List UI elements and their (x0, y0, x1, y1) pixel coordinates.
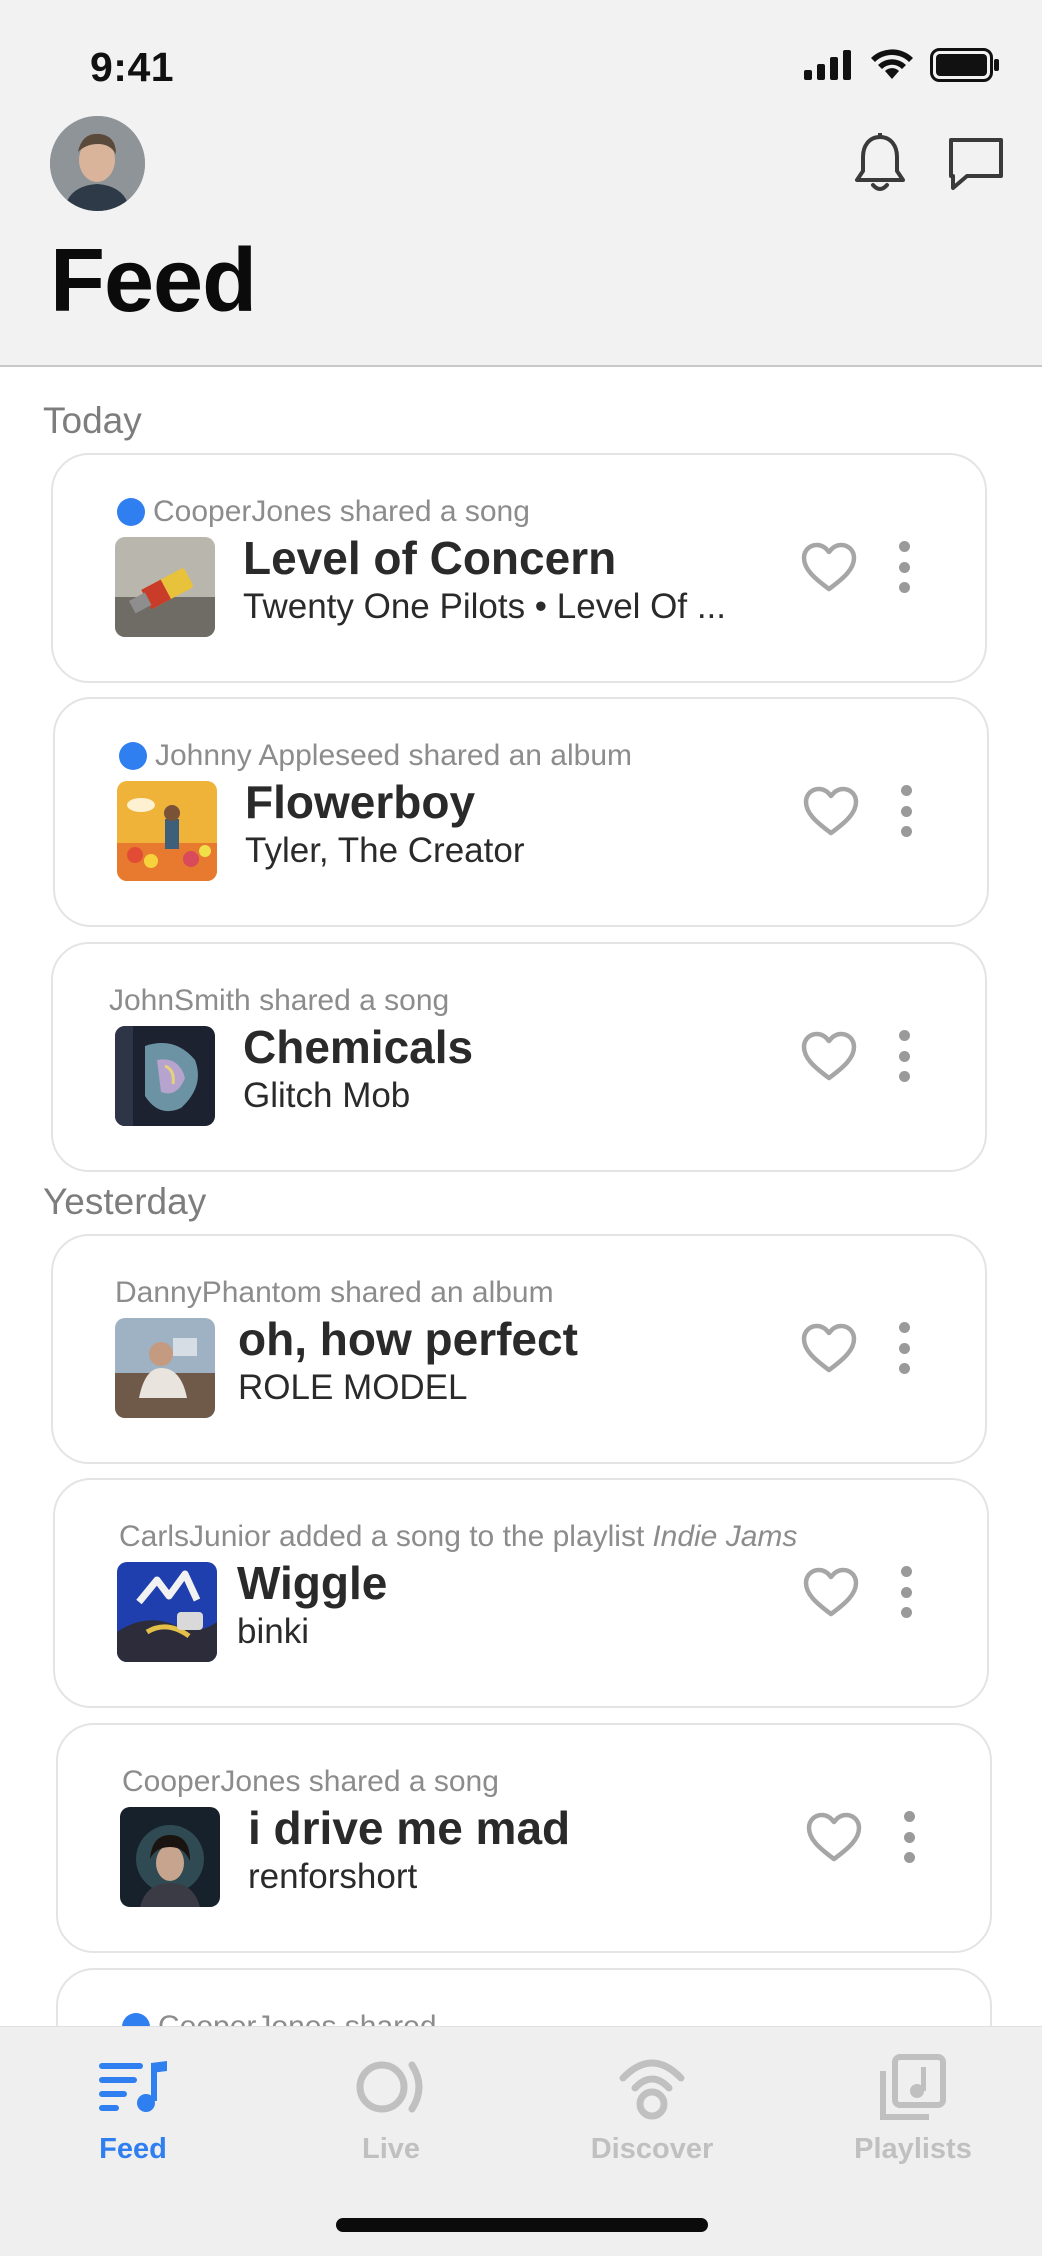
card-title: Wiggle (237, 1557, 388, 1609)
status-time: 9:41 (90, 44, 175, 90)
like-button[interactable] (797, 1024, 861, 1088)
feed-card[interactable]: CooperJones shared a song i drive me mad… (56, 1723, 992, 1953)
avatar[interactable] (50, 116, 145, 211)
card-meta: CarlsJunior added a song to the playlist… (119, 1520, 798, 1554)
home-indicator (336, 2218, 708, 2232)
album-art-wiggle (117, 1562, 217, 1662)
section-label-today: Today (43, 400, 142, 441)
unread-dot (117, 498, 145, 526)
battery-icon (930, 48, 999, 82)
feed-card[interactable]: CooperJones shared a song Level of Conce… (51, 453, 987, 683)
heart-icon (803, 786, 859, 836)
card-title: Level of Concern (243, 532, 617, 584)
wifi-icon (871, 49, 913, 79)
album-art-chemicals (115, 1026, 215, 1126)
avatar-portrait-icon (50, 116, 145, 211)
notifications-button[interactable] (848, 132, 912, 196)
card-title: Flowerboy (245, 776, 476, 828)
like-button[interactable] (797, 535, 861, 599)
cellular-signal-icon (804, 50, 851, 80)
more-options-button[interactable] (889, 1318, 919, 1378)
feed-card[interactable]: Johnny Appleseed shared an album Flowerb… (53, 697, 989, 927)
more-options-button[interactable] (894, 1807, 924, 1867)
playlist-name[interactable]: Indie Jams (652, 1520, 797, 1554)
album-art[interactable] (115, 1318, 215, 1418)
album-art[interactable] (115, 1026, 215, 1126)
album-art-i-drive-me-mad (120, 1807, 220, 1907)
heart-icon (803, 1567, 859, 1617)
album-art-level-of-concern (115, 537, 215, 637)
card-meta: DannyPhantom shared an album (115, 1276, 554, 1309)
more-options-button[interactable] (889, 1026, 919, 1086)
more-options-button[interactable] (891, 1562, 921, 1622)
bell-icon (855, 133, 905, 191)
album-art[interactable] (117, 1562, 217, 1662)
tab-discover[interactable]: Discover (552, 2047, 752, 2187)
tab-live[interactable]: Live (291, 2047, 491, 2187)
card-subtitle: Twenty One Pilots • Level Of ... (243, 587, 727, 626)
tab-playlists[interactable]: Playlists (813, 2047, 1013, 2187)
more-options-button[interactable] (891, 781, 921, 841)
heart-icon (806, 1812, 862, 1862)
heart-icon (801, 1323, 857, 1373)
card-subtitle: renforshort (248, 1857, 418, 1896)
feed-card[interactable]: JohnSmith shared a song Chemicals Glitch… (51, 942, 987, 1172)
discover-icon (619, 2059, 685, 2120)
header: 9:41 Feed (0, 0, 1042, 367)
feed-card[interactable]: DannyPhantom shared an album oh, how per… (51, 1234, 987, 1464)
album-art[interactable] (115, 537, 215, 637)
status-icons (804, 48, 1000, 82)
like-button[interactable] (799, 1560, 863, 1624)
like-button[interactable] (797, 1316, 861, 1380)
chat-bubble-icon (949, 138, 1003, 190)
album-art[interactable] (120, 1807, 220, 1907)
card-subtitle: binki (237, 1612, 309, 1651)
section-label-yesterday: Yesterday (43, 1181, 207, 1222)
heart-icon (801, 1031, 857, 1081)
more-options-button[interactable] (889, 537, 919, 597)
card-title: Chemicals (243, 1021, 474, 1073)
unread-dot (119, 742, 147, 770)
live-icon (356, 2061, 423, 2113)
page-title: Feed (50, 231, 257, 331)
card-subtitle: Tyler, The Creator (245, 831, 525, 870)
card-meta: CooperJones shared a song (117, 495, 530, 529)
playlists-icon (880, 2054, 946, 2120)
card-meta: JohnSmith shared a song (109, 984, 450, 1017)
card-title: oh, how perfect (238, 1313, 578, 1365)
card-subtitle: Glitch Mob (243, 1076, 411, 1115)
album-art-flowerboy (117, 781, 217, 881)
feed-icon (99, 2061, 167, 2112)
tab-feed[interactable]: Feed (33, 2047, 233, 2187)
like-button[interactable] (799, 779, 863, 843)
card-meta: Johnny Appleseed shared an album (119, 739, 632, 773)
messages-button[interactable] (944, 132, 1008, 196)
feed-card[interactable]: CarlsJunior added a song to the playlist… (53, 1478, 989, 1708)
heart-icon (801, 542, 857, 592)
like-button[interactable] (802, 1805, 866, 1869)
card-meta: CooperJones shared a song (122, 1765, 499, 1798)
card-subtitle: ROLE MODEL (238, 1368, 468, 1407)
card-title: i drive me mad (248, 1802, 571, 1854)
album-art[interactable] (117, 781, 217, 881)
album-art-oh-how-perfect (115, 1318, 215, 1418)
